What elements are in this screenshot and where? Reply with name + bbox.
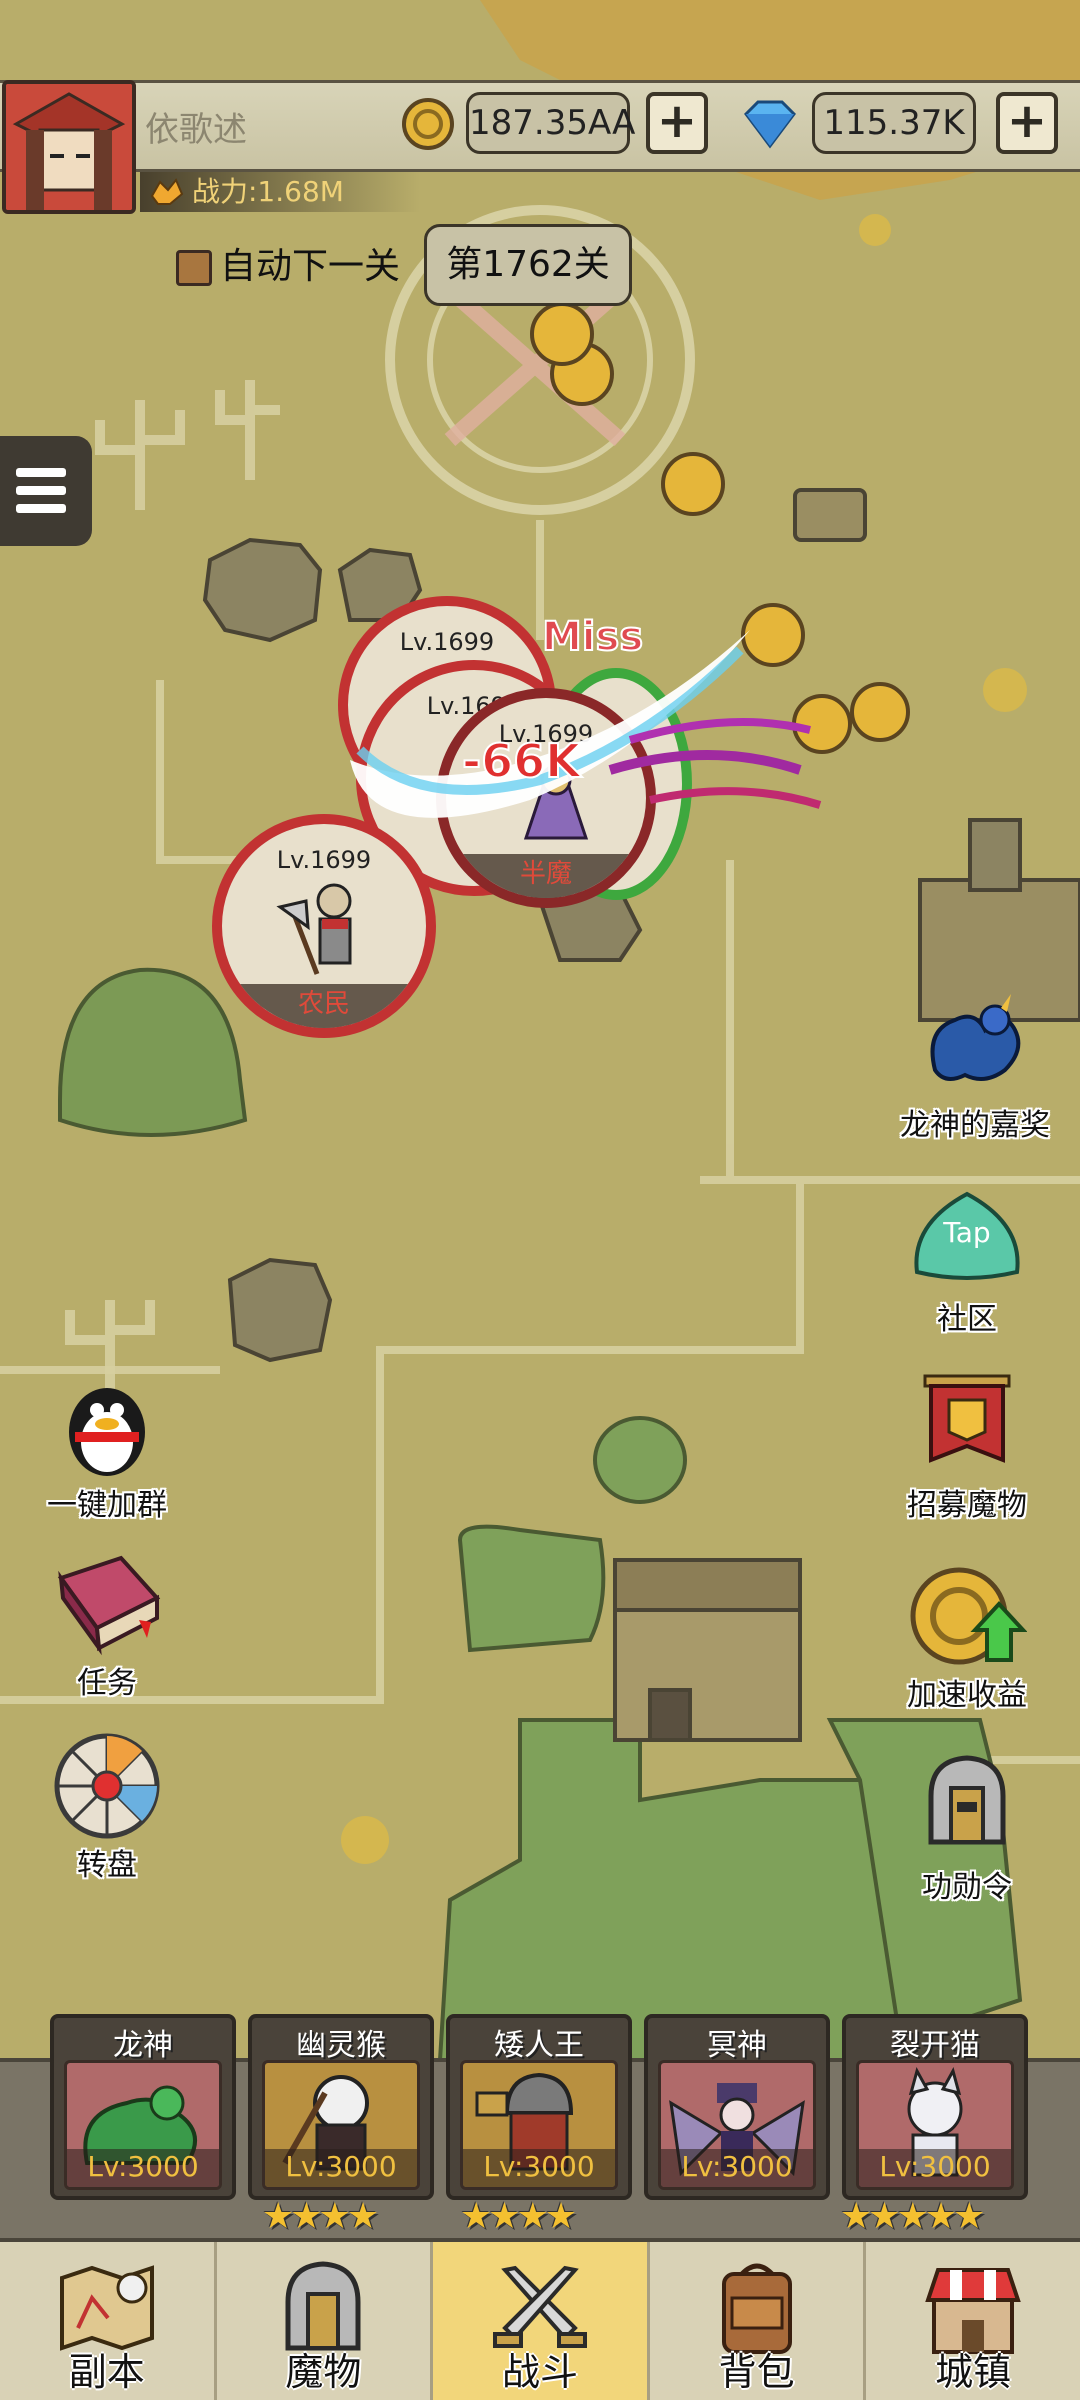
star-icon: ★ [924,2196,957,2237]
tab-label: 战斗 [501,2350,578,2394]
hero-stars: ★★★★ [262,2196,379,2237]
helmet-icon [928,1755,1006,1845]
wheel-icon [54,1733,160,1839]
star-icon: ★ [290,2196,322,2237]
enemy-name: 半魔 [446,854,646,898]
auto-next-checkbox[interactable] [176,250,212,286]
dragon-reward-button[interactable]: 龙神的嘉奖 [875,990,1075,1144]
player-name: 依歌述 [145,110,247,150]
dragon-icon [930,994,1021,1081]
diamond-icon [744,100,796,149]
tab-dungeon[interactable]: 副本 [0,2242,217,2400]
recruit-banner-icon [923,1374,1011,1463]
gem-amount: 115.37K [812,92,976,154]
player-avatar[interactable] [2,80,136,214]
star-icon: ★ [896,2196,929,2237]
taptap-icon: Tap [914,1191,1020,1280]
miss-indicator: Miss [541,613,644,661]
combat-power: 战力:1.68M [140,172,420,212]
auto-next-toggle[interactable]: 自动下一关 [172,242,400,292]
star-icon: ★ [318,2196,351,2237]
hero-level: Lv:3000 [463,2149,615,2187]
hero-card[interactable]: 冥神 Lv:3000 [644,2014,830,2200]
hero-name: 冥神 [707,2028,767,2063]
hero-stars: ★★★★ [460,2196,577,2237]
join-group-button[interactable]: 一键加群 [12,1370,202,1524]
star-icon: ★ [953,2196,985,2237]
quest-label: 任务 [77,1666,137,1701]
tab-label: 城镇 [935,2350,1012,2394]
tab-town[interactable]: 城镇 [866,2242,1080,2400]
tab-battle[interactable]: 战斗 [433,2242,650,2400]
boost-coin-icon [910,1567,1028,1665]
enemy-level: Lv.1699 [276,846,372,874]
star-icon: ★ [262,2196,294,2237]
hero-level: Lv:3000 [859,2149,1011,2187]
damage-number: -66K [461,733,582,789]
boost-income-label: 加速收益 [907,1678,1027,1713]
stage-indicator[interactable]: 第1762关 [424,224,632,306]
star-icon: ★ [868,2196,900,2237]
community-button[interactable]: Tap 社区 [872,1184,1062,1338]
boost-income-button[interactable]: 加速收益 [872,1560,1062,1714]
hero-level: Lv:3000 [67,2149,219,2187]
add-gold-button[interactable]: + [646,92,708,154]
power-fist-icon [150,178,184,205]
hero-name: 龙神 [113,2028,173,2063]
recruit-button[interactable]: 招募魔物 [872,1370,1062,1524]
star-icon: ★ [460,2196,492,2237]
hero-card[interactable]: 矮人王 Lv:3000 [446,2014,632,2200]
quest-book-icon [57,1555,161,1656]
join-group-label: 一键加群 [47,1488,167,1523]
hero-level: Lv:3000 [661,2149,813,2187]
quest-button[interactable]: 任务 [12,1548,202,1702]
wheel-label: 转盘 [77,1848,137,1883]
star-icon: ★ [516,2196,549,2237]
bottom-nav: 副本 魔物 战斗 背包 城镇 [0,2238,1080,2400]
gold-amount: 187.35AA [466,92,635,154]
tab-monsters[interactable]: 魔物 [217,2242,434,2400]
dragon-reward-label: 龙神的嘉奖 [900,1108,1050,1143]
community-label: 社区 [937,1302,997,1337]
star-icon: ★ [346,2196,379,2237]
tab-backpack[interactable]: 背包 [650,2242,867,2400]
hero-level: Lv:3000 [265,2149,417,2187]
hero-name: 矮人王 [494,2028,584,2063]
recruit-label: 招募魔物 [907,1488,1027,1523]
auto-next-label: 自动下一关 [220,246,401,287]
add-gems-button[interactable]: + [996,92,1058,154]
hero-card[interactable]: 龙神 Lv:3000 [50,2014,236,2200]
hero-card[interactable]: 幽灵猴 Lv:3000 [248,2014,434,2200]
qq-penguin-icon [69,1388,145,1476]
hero-stars: ★★★★★ [840,2196,985,2237]
hero-name: 裂开猫 [890,2028,980,2063]
wheel-button[interactable]: 转盘 [12,1730,202,1884]
star-icon: ★ [544,2196,577,2237]
combat-power-value: 战力:1.68M [192,175,344,208]
tab-label: 副本 [68,2350,145,2394]
taptap-badge: Tap [942,1216,990,1249]
hamburger-menu-button[interactable] [0,436,92,546]
farmer-sprite [276,883,352,975]
tab-label: 背包 [718,2350,795,2394]
merit-order-button[interactable]: 功勋令 [872,1752,1062,1906]
tab-label: 魔物 [285,2350,362,2394]
enemy-name: 农民 [222,984,426,1028]
gold-coin-icon [402,98,454,150]
star-icon: ★ [488,2196,520,2237]
merit-order-label: 功勋令 [922,1870,1012,1905]
hero-card[interactable]: 裂开猫 Lv:3000 [842,2014,1028,2200]
hero-name: 幽灵猴 [296,2028,386,2063]
star-icon: ★ [840,2196,872,2237]
